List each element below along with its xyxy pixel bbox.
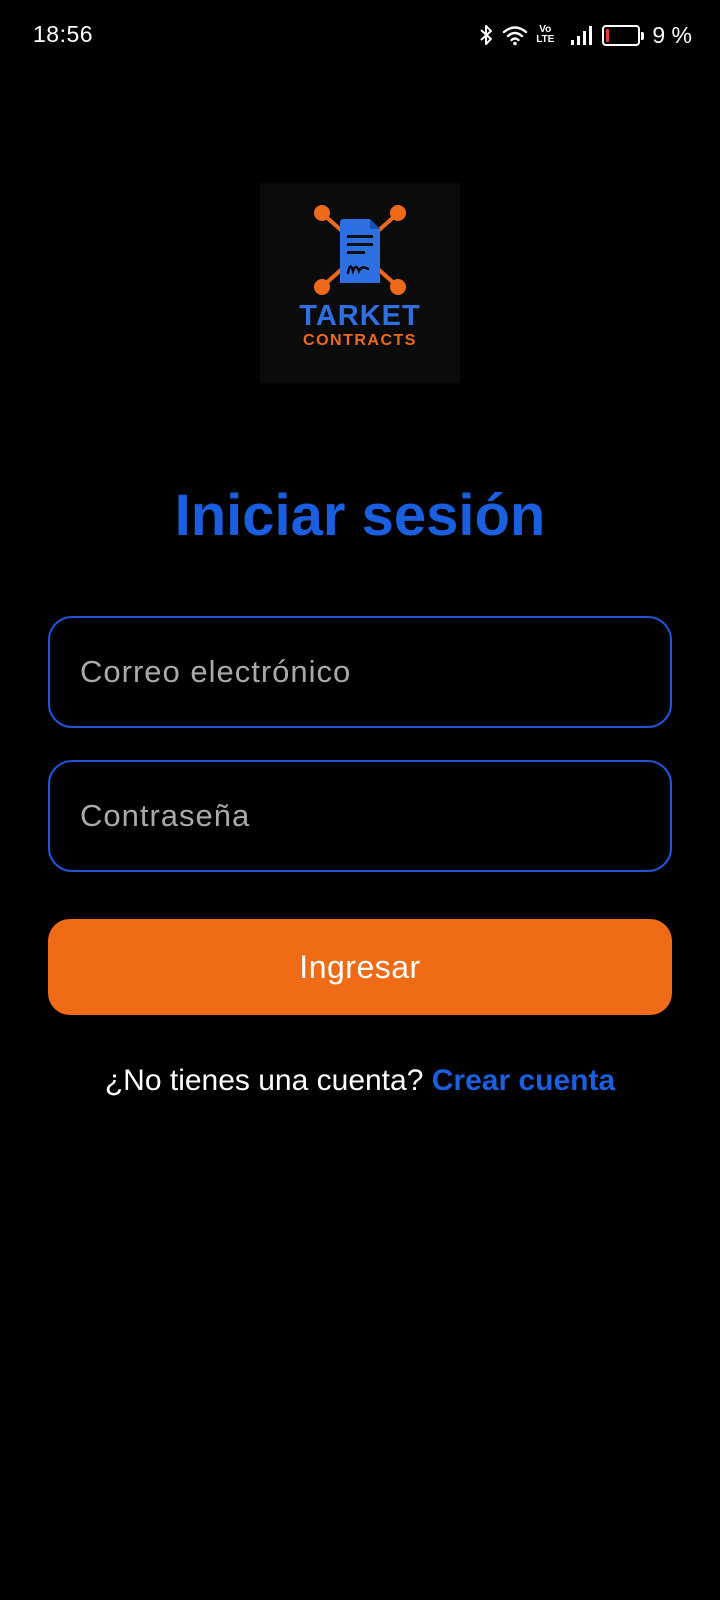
bluetooth-icon bbox=[480, 25, 493, 45]
logo-subtitle: CONTRACTS bbox=[303, 332, 417, 349]
password-field-container bbox=[48, 760, 672, 872]
signup-prompt: ¿No tienes una cuenta? Crear cuenta bbox=[0, 1064, 720, 1098]
page-title: Iniciar sesión bbox=[174, 483, 546, 548]
battery-level-fill bbox=[606, 28, 610, 42]
status-icons: Vo LTE 9 % bbox=[478, 20, 692, 50]
battery-percent: 9 % bbox=[652, 21, 692, 48]
email-field[interactable] bbox=[50, 618, 670, 726]
login-button[interactable]: Ingresar bbox=[48, 919, 672, 1015]
create-account-link[interactable]: Crear cuenta bbox=[432, 1064, 615, 1097]
logo-title: TARKET bbox=[299, 300, 421, 332]
battery-icon bbox=[602, 24, 645, 46]
contract-document-icon bbox=[314, 205, 406, 295]
status-time: 18:56 bbox=[33, 21, 94, 47]
email-field-container bbox=[48, 616, 672, 728]
status-bar: 18:56 Vo LTE 9 % bbox=[0, 0, 720, 70]
no-account-text: ¿No tienes una cuenta? bbox=[104, 1064, 424, 1097]
volte-bottom-text: LTE bbox=[536, 34, 555, 45]
signal-icon bbox=[571, 26, 593, 45]
app-logo: TARKET CONTRACTS bbox=[260, 183, 460, 383]
wifi-icon bbox=[503, 26, 528, 46]
volte-icon: Vo LTE bbox=[536, 25, 554, 45]
password-field[interactable] bbox=[50, 762, 670, 870]
